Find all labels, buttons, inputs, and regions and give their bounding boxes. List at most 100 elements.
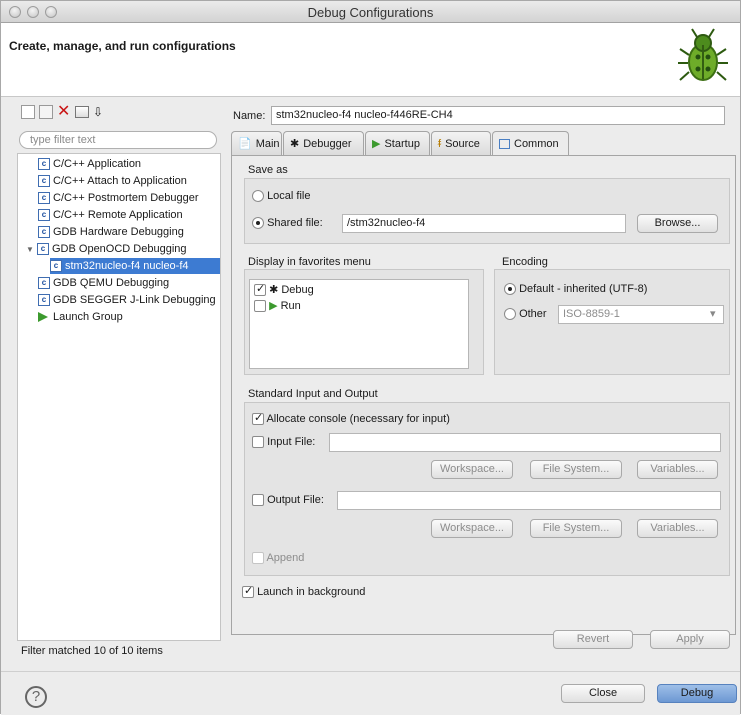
collapse-all-icon[interactable] <box>75 106 89 118</box>
default-encoding-radio[interactable] <box>504 283 516 296</box>
shared-file-radio[interactable] <box>252 217 264 230</box>
local-file-option[interactable]: Local file <box>252 190 310 203</box>
new-configuration-icon[interactable] <box>21 105 35 119</box>
output-workspace-button[interactable]: Workspace... <box>431 519 513 538</box>
dialog-title: Create, manage, and run configurations <box>9 39 236 53</box>
standard-io-label: Standard Input and Output <box>248 388 378 400</box>
filter-options-icon[interactable]: ⇩ <box>93 105 107 119</box>
launch-background-checkbox[interactable] <box>242 584 254 599</box>
revert-button[interactable]: Revert <box>553 630 633 649</box>
allocate-console-option[interactable]: Allocate console (necessary for input) <box>252 411 450 426</box>
input-variables-button[interactable]: Variables... <box>637 460 718 479</box>
debug-icon: ✱ <box>269 284 279 296</box>
tree-item-gdb-hardware[interactable]: c GDB Hardware Debugging <box>38 224 184 240</box>
c-icon: c <box>38 175 50 187</box>
c-icon: c <box>38 209 50 221</box>
filter-input[interactable]: type filter text <box>19 131 217 149</box>
launch-group-icon <box>38 312 48 322</box>
tree-item-c-cpp-application[interactable]: c C/C++ Application <box>38 156 141 172</box>
main-tab-icon: 📄 <box>238 138 252 150</box>
input-file-field[interactable] <box>329 433 721 452</box>
tab-debugger[interactable]: ✱ Debugger <box>283 131 364 155</box>
tree-item-gdb-segger[interactable]: c GDB SEGGER J-Link Debugging <box>38 292 216 308</box>
output-file-field[interactable] <box>337 491 721 510</box>
input-workspace-button[interactable]: Workspace... <box>431 460 513 479</box>
output-variables-button[interactable]: Variables... <box>637 519 718 538</box>
apply-button[interactable]: Apply <box>650 630 730 649</box>
debug-favorite-checkbox[interactable] <box>254 282 266 297</box>
favorites-label: Display in favorites menu <box>248 256 371 268</box>
run-favorite-checkbox[interactable] <box>254 300 266 313</box>
output-file-option[interactable]: Output File: <box>252 494 324 507</box>
debugger-tab-icon: ✱ <box>290 138 300 150</box>
tab-main[interactable]: 📄 Main <box>231 131 282 155</box>
c-icon: c <box>38 192 50 204</box>
encoding-label: Encoding <box>502 256 548 268</box>
tab-common[interactable]: Common <box>492 131 569 156</box>
default-encoding-option[interactable]: Default - inherited (UTF-8) <box>504 283 647 296</box>
c-icon: c <box>38 158 50 170</box>
browse-button[interactable]: Browse... <box>637 214 718 233</box>
filter-status: Filter matched 10 of 10 items <box>21 645 163 657</box>
c-icon: c <box>38 294 50 306</box>
tab-source[interactable]: ᵮ Source <box>431 131 491 155</box>
tree-item-gdb-qemu[interactable]: c GDB QEMU Debugging <box>38 275 169 291</box>
input-file-system-button[interactable]: File System... <box>530 460 622 479</box>
bug-icon <box>678 28 728 81</box>
launch-configuration-panel: ✕ ⇩ type filter text c C/C++ Application … <box>17 101 221 665</box>
c-icon: c <box>38 277 50 289</box>
configuration-tabs: 📄 Main ✱ Debugger ▶ Startup ᵮ Source Common <box>231 131 736 156</box>
duplicate-configuration-icon[interactable] <box>39 105 53 119</box>
delete-configuration-icon[interactable]: ✕ <box>57 104 71 120</box>
output-file-system-button[interactable]: File System... <box>530 519 622 538</box>
common-tab-icon <box>499 139 510 149</box>
debug-button[interactable]: Debug <box>657 684 737 703</box>
standard-io-group <box>244 402 730 576</box>
expanded-twisty-icon[interactable]: ▼ <box>26 245 34 254</box>
configuration-tree[interactable]: c C/C++ Application c C/C++ Attach to Appl… <box>17 153 221 641</box>
dialog-header: Create, manage, and run configurations <box>1 23 740 97</box>
title-bar: Debug Configurations <box>1 1 740 23</box>
allocate-console-checkbox[interactable] <box>252 411 264 426</box>
tree-item-c-cpp-attach[interactable]: c C/C++ Attach to Application <box>38 173 187 189</box>
input-file-checkbox[interactable] <box>252 436 264 449</box>
run-icon: ▶ <box>269 300 278 312</box>
launch-background-option[interactable]: Launch in background <box>242 584 365 599</box>
configuration-editor: Name: stm32nucleo-f4 nucleo-f446RE-CH4 📄… <box>229 101 740 665</box>
source-tab-icon: ᵮ <box>438 137 442 150</box>
favorite-run-item[interactable]: ▶ Run <box>254 299 301 313</box>
encoding-select[interactable]: ISO-8859-1 <box>558 305 724 324</box>
shared-file-option[interactable]: Shared file: <box>252 217 323 230</box>
local-file-radio[interactable] <box>252 190 264 203</box>
input-file-option[interactable]: Input File: <box>252 436 315 449</box>
favorite-debug-item[interactable]: ✱ Debug <box>254 282 314 297</box>
append-checkbox <box>252 552 264 565</box>
configuration-name-field[interactable]: stm32nucleo-f4 nucleo-f446RE-CH4 <box>271 106 725 125</box>
configuration-toolbar: ✕ ⇩ <box>17 101 221 123</box>
c-icon: c <box>38 226 50 238</box>
tree-item-selected-stm32[interactable]: c stm32nucleo-f4 nucleo-f4 <box>50 258 220 274</box>
tree-item-launch-group[interactable]: Launch Group <box>38 309 123 325</box>
c-icon: c <box>37 243 49 255</box>
save-as-group <box>244 178 730 244</box>
help-icon[interactable]: ? <box>25 686 47 708</box>
tree-item-c-cpp-postmortem[interactable]: c C/C++ Postmortem Debugger <box>38 190 199 206</box>
c-icon: c <box>50 260 62 272</box>
output-file-checkbox[interactable] <box>252 494 264 507</box>
other-encoding-radio[interactable] <box>504 308 516 321</box>
other-encoding-option[interactable]: Other <box>504 308 547 321</box>
dialog-footer: ? Close Debug <box>1 671 740 715</box>
save-as-label: Save as <box>248 164 288 176</box>
shared-file-path-field[interactable]: /stm32nucleo-f4 <box>342 214 626 233</box>
encoding-dropdown-icon: ▾ <box>710 308 716 320</box>
close-button[interactable]: Close <box>561 684 645 703</box>
common-tab-panel: Save as Local file Shared file: /stm32nu… <box>231 155 736 635</box>
tree-item-gdb-openocd[interactable]: ▼ c GDB OpenOCD Debugging <box>26 241 187 257</box>
tree-item-c-cpp-remote[interactable]: c C/C++ Remote Application <box>38 207 183 223</box>
debug-configurations-window: Debug Configurations Create, manage, and… <box>0 0 741 715</box>
tab-startup[interactable]: ▶ Startup <box>365 131 430 155</box>
append-option: Append <box>252 552 304 565</box>
name-label: Name: <box>233 110 266 122</box>
startup-tab-icon: ▶ <box>372 138 381 150</box>
window-title: Debug Configurations <box>307 5 434 20</box>
